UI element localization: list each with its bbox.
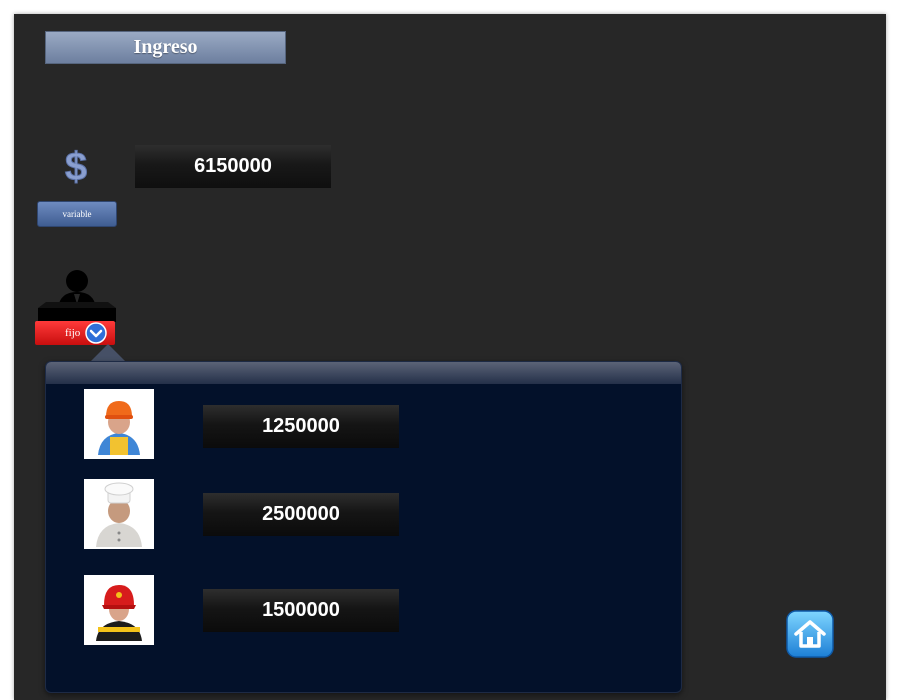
person-icon (36, 268, 118, 322)
chevron-down-icon[interactable] (85, 322, 107, 344)
popup-pointer (90, 344, 126, 362)
firefighter-icon (84, 575, 154, 645)
worker-value: 1250000 (203, 405, 399, 448)
popup-header (46, 362, 681, 384)
construction-worker-icon (84, 389, 154, 459)
total-income-value: 6150000 (135, 145, 331, 188)
home-button[interactable] (786, 610, 834, 658)
home-icon (786, 610, 834, 658)
dollar-icon: $ (58, 142, 94, 190)
worker-value: 1500000 (203, 589, 399, 632)
worker-value: 2500000 (203, 493, 399, 536)
page-title: Ingreso (45, 31, 286, 64)
fijo-dropdown-button[interactable]: fijo (35, 321, 115, 345)
fijo-label: fijo (65, 327, 81, 339)
fixed-income-popup: 1250000 2500000 1500000 (45, 361, 682, 693)
chef-icon (84, 479, 154, 549)
variable-button[interactable]: variable (37, 201, 117, 227)
svg-text:$: $ (65, 145, 87, 189)
